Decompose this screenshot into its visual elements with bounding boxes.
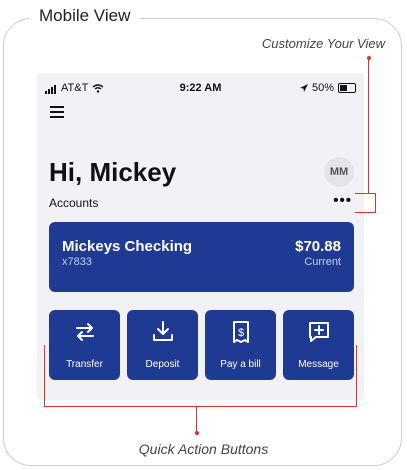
customize-callout-label: Customize Your View [261,36,385,51]
callout-line-top-box-bottom [355,212,376,213]
account-card[interactable]: Mickeys Checking x7833 $70.88 Current [49,222,354,292]
deposit-label: Deposit [145,359,180,370]
account-balance: $70.88 [295,238,341,255]
accounts-label: Accounts [49,196,99,210]
message-label: Message [298,359,339,370]
greeting-title: Hi, Mickey [49,157,177,187]
account-number: x7833 [62,256,92,268]
phone-screen: AT&T 9:22 AM 50% Hi, Mickey MM Accounts … [37,73,364,400]
message-icon [308,322,329,342]
deposit-icon [152,321,173,341]
callout-line-top-box [355,193,376,194]
transfer-icon [75,323,94,341]
message-button[interactable]: Message [283,310,354,380]
callout-line-top-box-right [375,193,376,213]
transfer-button[interactable]: Transfer [49,310,120,380]
callout-line-top-vertical [368,58,369,194]
status-bar: AT&T 9:22 AM 50% [37,73,364,99]
quick-actions-callout-label: Quick Action Buttons [138,441,269,457]
battery-percent: 50% [311,82,334,94]
battery-icon [338,83,356,93]
location-icon [299,84,308,92]
balance-status: Current [304,256,341,268]
callout-bracket-bottom [44,406,357,407]
svg-text:$: $ [237,327,243,339]
pay-bill-label: Pay a bill [220,359,261,370]
callout-line-bottom-vertical [196,406,197,432]
pay-bill-icon: $ [232,321,249,343]
quick-actions-row: Transfer Deposit $ Pay a bill Message [49,310,354,380]
account-name: Mickeys Checking [62,238,193,255]
callout-bracket-left [44,345,45,407]
hamburger-menu-icon[interactable] [50,106,64,118]
pay-bill-button[interactable]: $ Pay a bill [205,310,276,380]
more-options-icon[interactable]: ••• [333,192,352,209]
frame-title: Mobile View [29,6,141,26]
deposit-button[interactable]: Deposit [127,310,198,380]
avatar[interactable]: MM [324,157,354,187]
callout-bracket-right [356,345,357,407]
callout-dot-bottom [195,431,199,435]
transfer-label: Transfer [66,359,103,370]
